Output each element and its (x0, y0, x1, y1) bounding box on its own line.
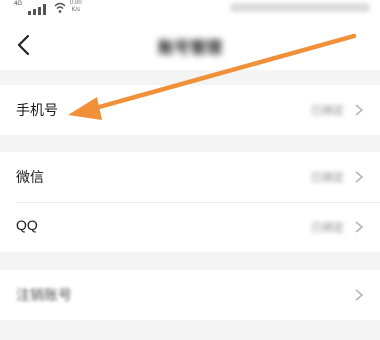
chevron-right-icon (355, 104, 364, 116)
network-speed-unit: K/s (71, 7, 81, 13)
deactivate-row[interactable]: 注销账号 (0, 270, 380, 320)
wechat-label: 微信 (16, 169, 44, 185)
network-type: 4G (14, 1, 23, 7)
qq-label: QQ (16, 217, 38, 233)
status-bar: 4G 0.00 K/s (0, 0, 380, 20)
phone-label: 手机号 (16, 102, 58, 118)
page-title: 账号管理 (157, 40, 222, 57)
signal-icon (28, 4, 46, 15)
wechat-value: 已绑定 (311, 172, 344, 184)
network-speed-value: 0.00 (70, 0, 82, 6)
network-speed: 0.00 K/s (70, 0, 82, 14)
phone-value: 已绑定 (311, 105, 344, 117)
deactivate-label: 注销账号 (16, 287, 72, 303)
header: 账号管理 (0, 20, 380, 70)
chevron-right-icon (355, 221, 364, 233)
chevron-right-icon (355, 171, 364, 183)
chevron-right-icon (355, 289, 364, 301)
qq-value: 已绑定 (311, 222, 344, 234)
wechat-row[interactable]: 微信 已绑定 (0, 152, 380, 202)
deactivate-group: 注销账号 (0, 270, 380, 320)
binding-group: 微信 已绑定 QQ 已绑定 (0, 152, 380, 252)
phone-group: 手机号 已绑定 (0, 85, 380, 135)
wifi-icon (54, 2, 66, 13)
status-right-indicators (230, 3, 370, 12)
phone-row[interactable]: 手机号 已绑定 (0, 85, 380, 135)
qq-row[interactable]: QQ 已绑定 (0, 202, 380, 252)
